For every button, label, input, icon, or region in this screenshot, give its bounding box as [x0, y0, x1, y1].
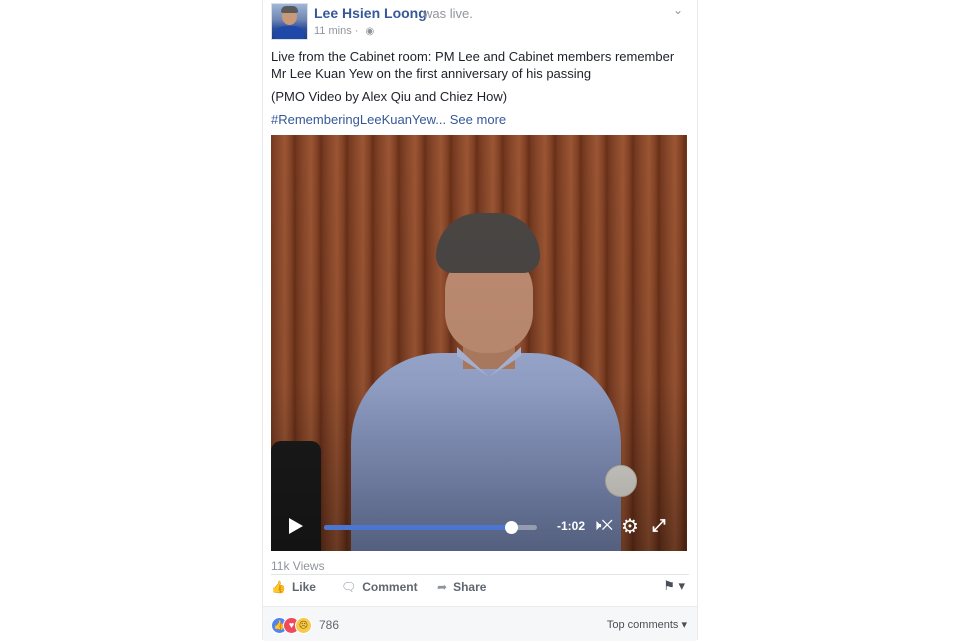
reactions-bar: 👍 ♥ ☹ 786 Top comments ▾ [263, 606, 697, 641]
play-icon[interactable] [289, 518, 303, 534]
like-label: Like [291, 580, 316, 594]
post-header: Lee Hsien Loong was live. 11 mins · ◉ ⌄ [271, 3, 691, 40]
reaction-count: 786 [319, 618, 340, 632]
author-name[interactable]: Lee Hsien Loong [314, 5, 427, 21]
progress-fill [324, 525, 512, 530]
post-hashtag-line: #RememberingLeeKuanYew... See more [271, 111, 691, 128]
comment-label: Comment [362, 580, 418, 594]
meta-separator: · [354, 25, 359, 37]
hashtag-link[interactable]: #RememberingLeeKuanYew... [271, 112, 446, 127]
top-comments-label: Top comments [606, 619, 679, 631]
time-remaining: -1:02 [557, 519, 586, 533]
fullscreen-icon[interactable]: ⤢ [652, 516, 666, 536]
top-comments-dropdown[interactable]: Top comments ▾ [607, 618, 687, 631]
view-count[interactable]: 11k Views [271, 559, 325, 573]
divider [271, 574, 689, 575]
post-card: Lee Hsien Loong was live. 11 mins · ◉ ⌄ … [262, 0, 698, 641]
globe-icon[interactable]: ◉ [366, 26, 375, 37]
video-player[interactable]: -1:02 🕨✕ ⚙ ⤢ [271, 135, 687, 551]
thumbs-up-icon: 👍 [271, 580, 286, 594]
audience-selector[interactable]: ⚑ ▾ [663, 578, 685, 594]
post-meta: 11 mins · ◉ [314, 25, 374, 37]
video-controls: -1:02 🕨✕ ⚙ ⤢ [271, 513, 687, 543]
mute-icon[interactable]: 🕨✕ [592, 517, 613, 534]
avatar[interactable] [271, 3, 308, 40]
comment-button[interactable]: 🗨 Comment [341, 580, 418, 594]
action-bar: 👍 Like 🗨 Comment ➦ Share ⚑ ▾ [271, 578, 689, 600]
comment-icon: 🗨 [341, 580, 357, 594]
post-time[interactable]: 11 mins [314, 25, 352, 37]
see-more-link[interactable]: See more [450, 112, 506, 127]
post-description: Live from the Cabinet room: PM Lee and C… [271, 49, 675, 81]
post-credit: (PMO Video by Alex Qiu and Chiez How) [271, 89, 508, 104]
post-text: Live from the Cabinet room: PM Lee and C… [271, 48, 691, 134]
sad-reaction-icon: ☹ [295, 617, 312, 634]
share-label: Share [453, 580, 487, 594]
gear-icon[interactable]: ⚙ [621, 514, 639, 539]
live-status: was live. [423, 6, 473, 21]
share-icon: ➦ [437, 580, 448, 594]
like-button[interactable]: 👍 Like [271, 580, 316, 594]
progress-knob[interactable] [505, 521, 519, 534]
chevron-down-icon[interactable]: ⌄ [673, 3, 683, 17]
progress-bar[interactable] [324, 521, 537, 534]
share-button[interactable]: ➦ Share [437, 580, 486, 594]
